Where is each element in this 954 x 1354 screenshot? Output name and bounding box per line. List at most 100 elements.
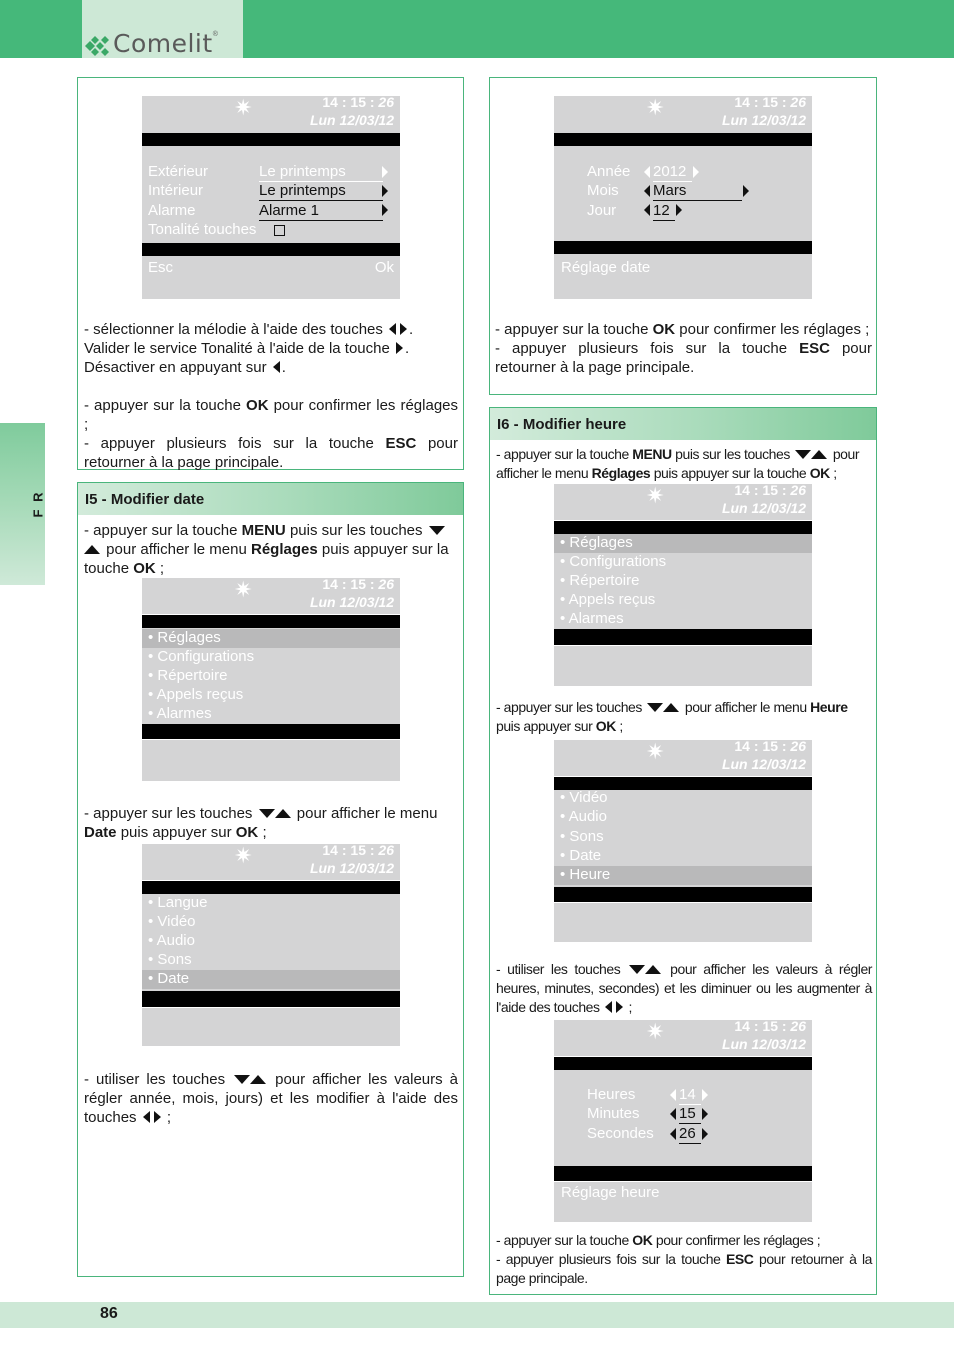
arrow-right-icon[interactable] — [702, 1089, 708, 1101]
arrow-left-icon[interactable] — [670, 1128, 676, 1140]
screen-header: ✷ 14 : 15 : 26 Lun 12/03/12 — [142, 578, 400, 614]
arrow-up-icon — [811, 449, 828, 459]
arrow-left-icon — [605, 1001, 612, 1014]
arrow-left-icon[interactable] — [644, 185, 650, 197]
device-screen-time-setting: ✷ 14 : 15 : 26 Lun 12/03/12 Heures 14 Mi… — [554, 1020, 812, 1222]
screen-divider — [554, 1057, 812, 1070]
seconds-label: Secondes — [587, 1125, 654, 1142]
screen-divider — [142, 243, 400, 256]
day-value[interactable]: 12 — [653, 202, 675, 221]
arrow-down-icon — [258, 808, 275, 818]
screen-divider — [554, 241, 812, 254]
menu-item-received-calls[interactable]: • Appels reçus — [554, 591, 812, 610]
arrow-left-icon[interactable] — [644, 166, 650, 178]
field-value[interactable]: Le printemps — [259, 163, 383, 182]
arrow-right-icon[interactable] — [743, 185, 749, 197]
menu-item-audio[interactable]: • Audio — [554, 808, 812, 827]
arrow-right-icon[interactable] — [382, 204, 388, 216]
menu-item-alarms[interactable]: • Alarmes — [142, 705, 400, 724]
menu-item-video[interactable]: • Vidéo — [142, 913, 400, 932]
screen-time: 14 : 15 : 26 — [734, 740, 806, 754]
sounds-instructions: - sélectionner la mélodie à l'aide des t… — [84, 321, 459, 471]
sun-icon: ✷ — [646, 484, 665, 508]
arrow-left-icon[interactable] — [670, 1089, 676, 1101]
arrow-left-icon[interactable] — [644, 204, 650, 216]
arrow-right-icon[interactable] — [382, 166, 388, 178]
device-screen-settings-menu: ✷ 14 : 15 : 26 Lun 12/03/12 • Langue • V… — [142, 844, 400, 1046]
device-screen-sounds: ✷ 14 : 15 : 26 Lun 12/03/12 Extérieur Le… — [142, 96, 400, 299]
menu-item-alarms[interactable]: • Alarmes — [554, 610, 812, 629]
sun-icon: ✷ — [234, 96, 253, 120]
menu-item-date[interactable]: • Date — [142, 970, 400, 989]
menu-item-language[interactable]: • Langue — [142, 894, 400, 913]
arrow-right-icon — [616, 1001, 623, 1014]
screen-time: 14 : 15 : 26 — [734, 484, 806, 498]
menu-item-time[interactable]: • Heure — [554, 866, 812, 885]
menu-item-configurations[interactable]: • Configurations — [142, 648, 400, 667]
screen-time: 14 : 15 : 26 — [734, 96, 806, 110]
menu-item-settings[interactable]: • Réglages — [554, 534, 812, 553]
screen-header: ✷ 14 : 15 : 26 Lun 12/03/12 — [554, 484, 812, 520]
arrow-right-icon[interactable] — [702, 1108, 708, 1120]
menu-item-settings[interactable]: • Réglages — [142, 629, 400, 648]
menu-item-received-calls[interactable]: • Appels reçus — [142, 686, 400, 705]
ok-softkey[interactable]: Ok — [375, 259, 394, 277]
hours-value[interactable]: 14 — [679, 1086, 701, 1105]
seconds-value[interactable]: 26 — [679, 1125, 701, 1144]
sun-icon: ✷ — [234, 844, 253, 868]
device-screen-settings-menu: ✷ 14 : 15 : 26 Lun 12/03/12 • Vidéo • Au… — [554, 740, 812, 942]
date-step-1: - appuyer sur la touche MENU puis sur le… — [84, 522, 449, 577]
date-step-3: - utiliser les touches pour afficher les… — [84, 1071, 458, 1126]
screen-divider — [554, 133, 812, 146]
screen-time: 14 : 15 : 26 — [322, 96, 394, 110]
arrow-left-icon[interactable] — [670, 1108, 676, 1120]
time-final-instructions: - appuyer sur la touche OK pour confirme… — [496, 1232, 872, 1286]
key-tone-checkbox[interactable] — [274, 225, 285, 236]
field-value[interactable]: Alarme 1 — [259, 202, 383, 221]
arrow-left-icon — [272, 361, 280, 374]
time-step-1: - appuyer sur la touche MENU puis sur le… — [496, 446, 860, 481]
arrow-right-icon — [400, 323, 408, 336]
year-value[interactable]: 2012 — [653, 163, 692, 182]
modify-time-section: I6 - Modifier heure - appuyer sur la tou… — [489, 407, 877, 1295]
screen-date: Lun 12/03/12 — [721, 1036, 806, 1052]
arrow-left-icon — [389, 323, 397, 336]
menu-item-directory[interactable]: • Répertoire — [554, 572, 812, 591]
menu-item-date[interactable]: • Date — [554, 847, 812, 866]
esc-softkey[interactable]: Esc — [148, 259, 173, 277]
field-value[interactable]: Le printemps — [259, 182, 383, 201]
arrow-right-icon[interactable] — [702, 1128, 708, 1140]
day-label: Jour — [587, 202, 617, 219]
arrow-right-icon[interactable] — [382, 185, 388, 197]
screen-date: Lun 12/03/12 — [721, 112, 806, 128]
screen-divider — [142, 881, 400, 894]
screen-divider — [142, 991, 400, 1007]
minutes-value[interactable]: 15 — [679, 1105, 701, 1124]
month-label: Mois — [587, 182, 619, 199]
screen-date: Lun 12/03/12 — [721, 756, 806, 772]
device-screen-main-menu: ✷ 14 : 15 : 26 Lun 12/03/12 • Réglages •… — [142, 578, 400, 781]
menu-item-directory[interactable]: • Répertoire — [142, 667, 400, 686]
arrow-down-icon — [795, 449, 812, 459]
screen-header: ✷ 14 : 15 : 26 Lun 12/03/12 — [554, 740, 812, 776]
menu-item-audio[interactable]: • Audio — [142, 932, 400, 951]
screen-divider — [142, 133, 400, 146]
screen-divider — [554, 629, 812, 645]
arrow-up-icon — [250, 1074, 267, 1084]
footer-bar — [0, 1302, 954, 1328]
menu-item-sounds[interactable]: • Sons — [554, 828, 812, 847]
arrow-right-icon[interactable] — [693, 166, 699, 178]
arrow-right-icon[interactable] — [676, 204, 682, 216]
language-label: F R — [30, 490, 46, 518]
menu-item-configurations[interactable]: • Configurations — [554, 553, 812, 572]
menu-item-sounds[interactable]: • Sons — [142, 951, 400, 970]
modify-date-section: I5 - Modifier date - appuyer sur la touc… — [77, 482, 464, 1277]
year-label: Année — [587, 163, 631, 180]
comelit-logo: Comelit ® — [82, 30, 243, 56]
date-setting-instructions: - appuyer sur la touche OK pour confirme… — [495, 321, 872, 376]
screen-header: ✷ 14 : 15 : 26 Lun 12/03/12 — [142, 844, 400, 880]
menu-item-video[interactable]: • Vidéo — [554, 789, 812, 808]
time-step-3: - utiliser les touches pour afficher les… — [496, 961, 872, 1015]
comelit-diamond-icon — [85, 36, 109, 56]
month-value[interactable]: Mars — [653, 182, 742, 201]
